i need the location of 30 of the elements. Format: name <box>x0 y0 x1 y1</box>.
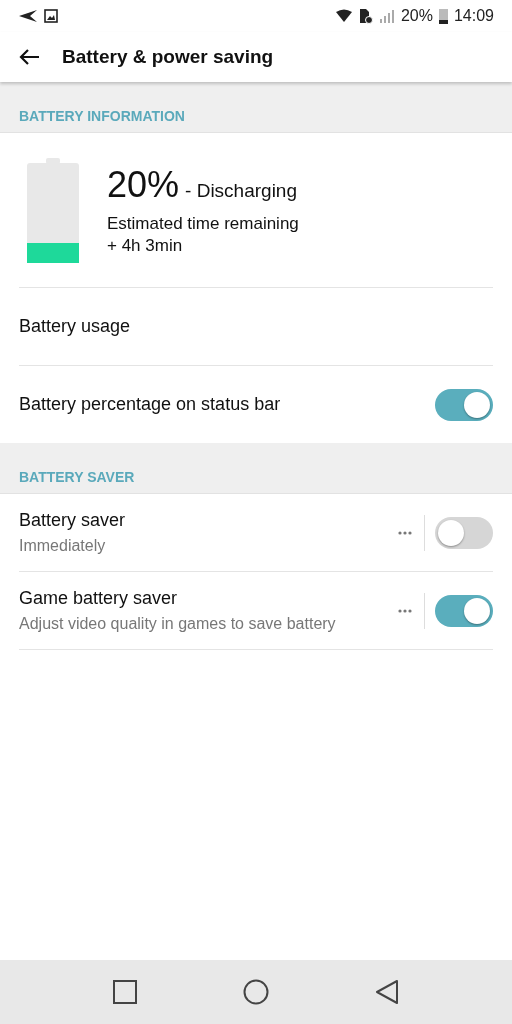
section-header: BATTERY SAVER <box>19 469 135 485</box>
toggle-switch[interactable] <box>435 516 493 549</box>
send-icon <box>18 9 38 23</box>
estimate-label: Estimated time remaining <box>107 214 299 234</box>
battery-percent: 20% <box>400 7 433 25</box>
back-icon[interactable] <box>18 48 40 66</box>
setting-subtitle: Immediately <box>19 537 107 555</box>
recents-icon[interactable] <box>113 980 137 1004</box>
wifi-icon <box>334 9 353 23</box>
charging-state: - Discharging <box>185 180 297 202</box>
signal-icon <box>378 8 395 24</box>
setting-title: Battery percentage on status bar <box>19 394 282 415</box>
settings-item[interactable]: Battery usage <box>19 288 493 365</box>
toggle-switch[interactable] <box>435 594 493 627</box>
sim-icon <box>358 8 373 24</box>
more-icon[interactable] <box>398 530 412 535</box>
setting-title: Battery saver <box>19 510 127 531</box>
back-nav-icon[interactable] <box>375 979 399 1005</box>
battery-percentage: 20% <box>107 164 180 206</box>
section-header: BATTERY INFORMATION <box>19 108 185 124</box>
more-icon[interactable] <box>398 608 412 613</box>
setting-subtitle: Adjust video quality in games to save battery <box>19 615 337 633</box>
home-icon[interactable] <box>243 979 269 1005</box>
screen-title: Battery & power saving <box>62 46 274 68</box>
estimate-value: + 4h 3min <box>107 236 184 256</box>
battery-icon <box>438 8 448 24</box>
clock: 14:09 <box>453 7 494 25</box>
image-icon <box>44 9 58 23</box>
toggle-switch[interactable] <box>435 388 493 421</box>
setting-title: Game battery saver <box>19 588 179 609</box>
